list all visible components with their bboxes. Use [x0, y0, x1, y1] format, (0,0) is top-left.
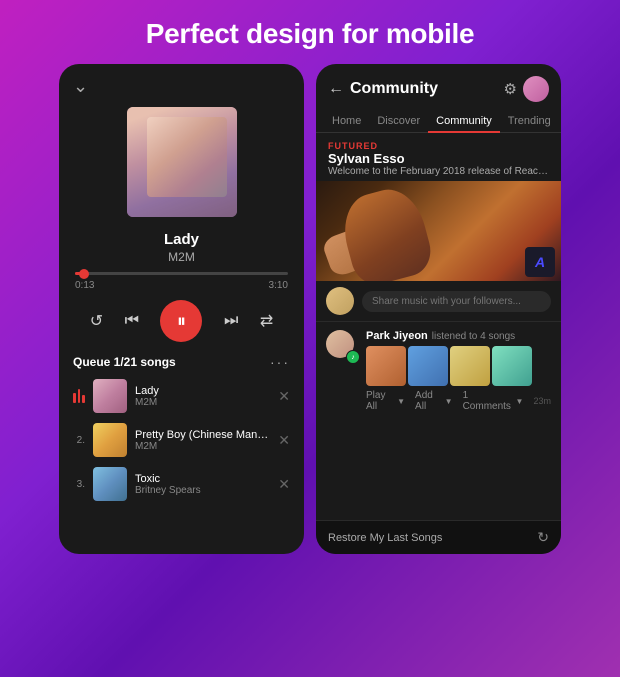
tab-community[interactable]: Community — [428, 110, 500, 132]
user-avatar[interactable] — [523, 76, 549, 102]
prev-icon[interactable]: ⏮ — [125, 312, 139, 330]
add-all-button[interactable]: Add All ▼ — [415, 390, 453, 412]
progress-dot — [79, 269, 89, 279]
queue-thumb — [93, 379, 127, 413]
queue-item-artist: M2M — [135, 441, 270, 452]
album-art-image — [127, 107, 237, 217]
activity-thumb-4 — [492, 346, 532, 386]
queue-label: Queue 1/21 songs — [73, 355, 176, 369]
back-icon[interactable]: ← — [328, 80, 344, 98]
phone-player: ⌄ Lady M2M 0:13 3:10 ↺ ⏮ ⏸ ⏭ — [59, 64, 304, 554]
music-note-icon: ♪ — [351, 354, 355, 361]
share-input[interactable] — [362, 291, 551, 312]
song-title: Lady — [59, 231, 304, 248]
activity-username: Park Jiyeon — [366, 330, 428, 342]
queue-item-title: Pretty Boy (Chinese Mandarin Versi... — [135, 429, 270, 441]
tab-discover[interactable]: Discover — [369, 110, 428, 132]
queue-item-info: Pretty Boy (Chinese Mandarin Versi... M2… — [135, 429, 270, 452]
now-playing-bars — [73, 389, 85, 403]
queue-item-artist: Britney Spears — [135, 485, 270, 496]
activity-row: ♪ Park Jiyeon listened to 4 songs Play A… — [316, 322, 561, 416]
queue-item: Lady M2M ✕ — [59, 374, 304, 418]
activity-thumb-3 — [450, 346, 490, 386]
activity-actions: Play All ▼ Add All ▼ 1 Comments ▼ 23m — [366, 390, 551, 412]
featured-section: FUTURED Sylvan Esso Welcome to the Febru… — [316, 133, 561, 181]
community-header: ← Community ⚙ — [316, 64, 561, 110]
queue-item-num: 2. — [73, 435, 85, 446]
tab-trending[interactable]: Trending — [500, 110, 559, 132]
queue-item-info: Toxic Britney Spears — [135, 473, 270, 496]
queue-remove-button[interactable]: ✕ — [278, 476, 290, 493]
queue-item: 2. Pretty Boy (Chinese Mandarin Versi...… — [59, 418, 304, 462]
activity-action-text: listened to 4 songs — [432, 331, 515, 342]
community-title: Community — [350, 80, 498, 98]
queue-item-num: 3. — [73, 479, 85, 490]
tab-home[interactable]: Home — [324, 110, 369, 132]
song-artist: M2M — [59, 250, 304, 264]
community-tabs: Home Discover Community Trending — [316, 110, 561, 133]
queue-options-button[interactable]: ··· — [270, 354, 290, 370]
featured-image-badge: A — [525, 247, 555, 277]
pause-icon: ⏸ — [177, 311, 186, 332]
featured-artist: Sylvan Esso — [328, 151, 549, 166]
time-current: 0:13 — [75, 280, 94, 291]
bar3 — [82, 395, 85, 403]
pause-button[interactable]: ⏸ — [160, 300, 202, 342]
time-row: 0:13 3:10 — [59, 277, 304, 294]
featured-image[interactable]: A — [316, 181, 561, 281]
queue-remove-button[interactable]: ✕ — [278, 388, 290, 405]
share-user-avatar — [326, 287, 354, 315]
queue-thumb — [93, 467, 127, 501]
queue-item-title: Toxic — [135, 473, 270, 485]
activity-time: 23m — [533, 396, 551, 406]
album-art-container — [59, 103, 304, 227]
queue-item: 3. Toxic Britney Spears ✕ — [59, 462, 304, 506]
page-headline: Perfect design for mobile — [126, 0, 495, 64]
repeat-icon[interactable]: ↺ — [90, 311, 103, 331]
album-art — [127, 107, 237, 217]
activity-user-line: Park Jiyeon listened to 4 songs — [366, 330, 551, 342]
activity-avatar-wrap: ♪ — [326, 330, 358, 362]
queue-list: Lady M2M ✕ 2. Pretty Boy (Chinese Mandar… — [59, 374, 304, 554]
progress-area[interactable] — [59, 264, 304, 277]
share-row — [316, 281, 561, 322]
chevron-down-icon[interactable]: ⌄ — [73, 76, 88, 97]
featured-label: FUTURED — [328, 141, 549, 151]
activity-thumbs — [366, 346, 551, 386]
phones-container: ⌄ Lady M2M 0:13 3:10 ↺ ⏮ ⏸ ⏭ — [0, 64, 620, 554]
restore-bar: Restore My Last Songs ↻ — [316, 520, 561, 554]
queue-header: Queue 1/21 songs ··· — [59, 348, 304, 374]
comments-arrow-icon: ▼ — [516, 397, 524, 406]
queue-item-info: Lady M2M — [135, 385, 270, 408]
activity-content: Park Jiyeon listened to 4 songs Play All… — [366, 330, 551, 412]
activity-music-badge: ♪ — [346, 350, 360, 364]
next-icon[interactable]: ⏭ — [224, 312, 238, 330]
featured-description: Welcome to the February 2018 release of … — [328, 166, 549, 177]
queue-item-artist: M2M — [135, 397, 270, 408]
progress-bar[interactable] — [75, 272, 288, 275]
queue-thumb — [93, 423, 127, 457]
play-all-button[interactable]: Play All ▼ — [366, 390, 405, 412]
settings-icon[interactable]: ⚙ — [504, 80, 517, 98]
restore-icon[interactable]: ↻ — [537, 529, 549, 546]
play-all-arrow-icon: ▼ — [397, 397, 405, 406]
progress-fill — [75, 272, 84, 275]
player-header: ⌄ — [59, 64, 304, 103]
add-all-arrow-icon: ▼ — [445, 397, 453, 406]
activity-thumb-2 — [408, 346, 448, 386]
bar1 — [73, 393, 76, 403]
queue-remove-button[interactable]: ✕ — [278, 432, 290, 449]
activity-thumb-1 — [366, 346, 406, 386]
bar2 — [78, 389, 81, 403]
controls-row: ↺ ⏮ ⏸ ⏭ ⇄ — [59, 294, 304, 348]
queue-item-title: Lady — [135, 385, 270, 397]
restore-text: Restore My Last Songs — [328, 532, 442, 544]
time-total: 3:10 — [269, 280, 288, 291]
comments-button[interactable]: 1 Comments ▼ — [463, 390, 524, 412]
phone-community: ← Community ⚙ Home Discover Community Tr… — [316, 64, 561, 554]
shuffle-icon[interactable]: ⇄ — [260, 311, 273, 331]
